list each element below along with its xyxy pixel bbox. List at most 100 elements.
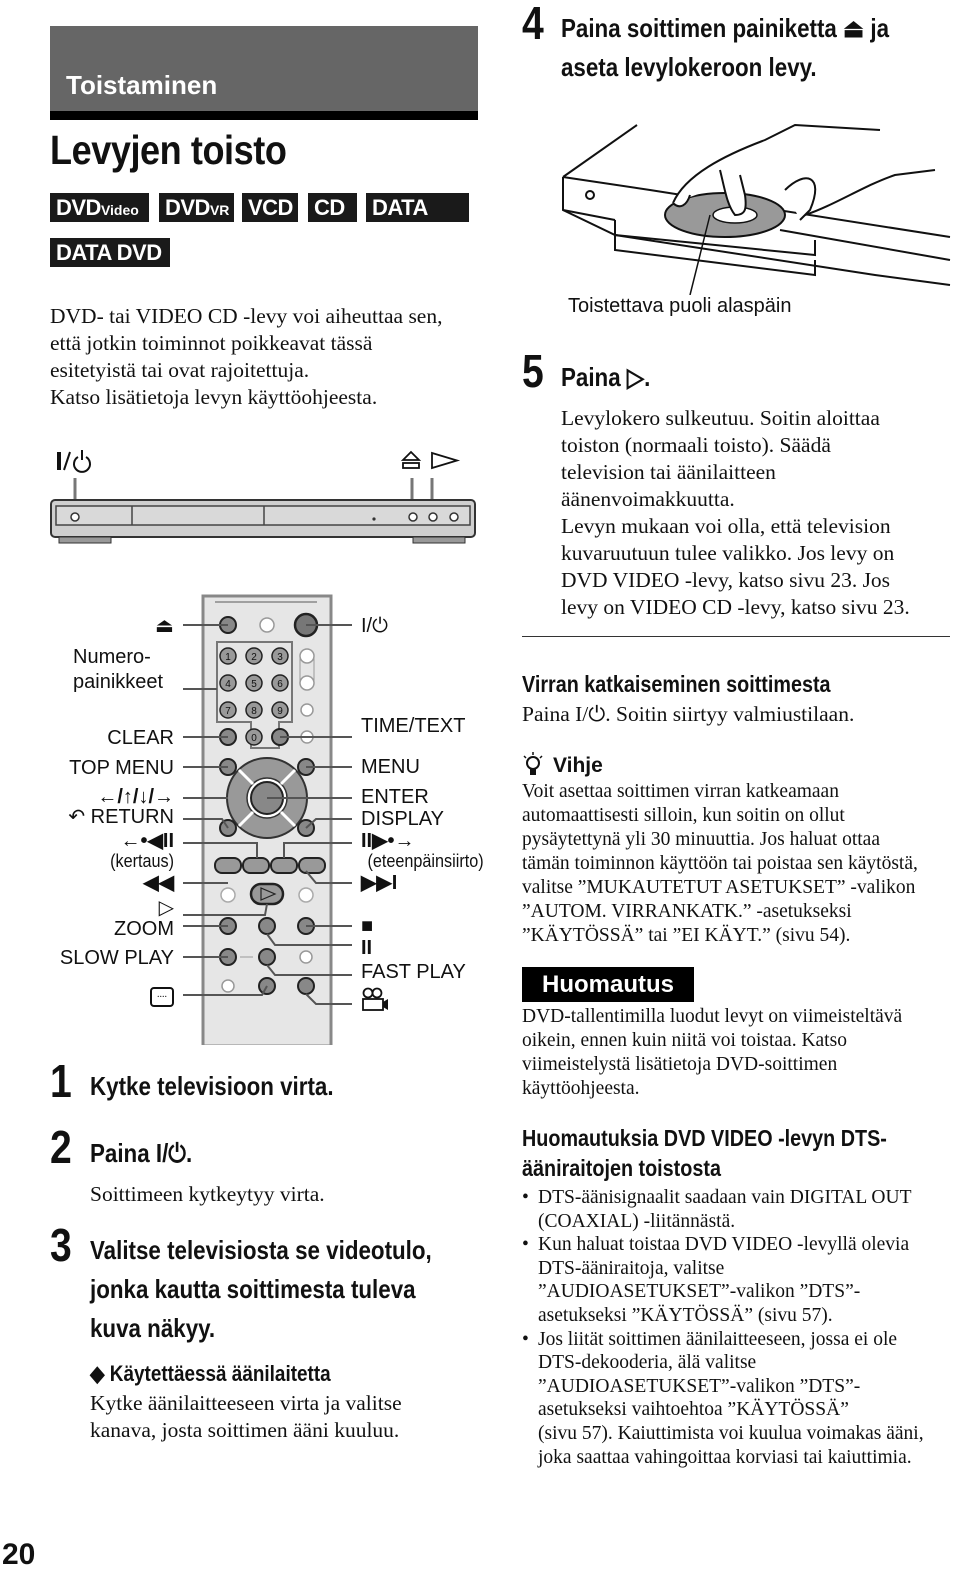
tip-line: valitse ”MUKAUTETUT ASETUKSET” -valikon [522, 877, 916, 898]
dts-bullet-line: Kun haluat toistaa DVD VIDEO -levyllä ol… [538, 1234, 910, 1256]
intro-line: esitetyistä tai ovat rajoitettuja. [50, 358, 310, 382]
remote-label-advance: (eteenpäinsiirto) [367, 851, 484, 871]
step-number-5: 5 [522, 345, 544, 397]
dts-heading: Huomautuksia DVD VIDEO -levyn DTS- äänir… [522, 1123, 887, 1183]
step-4-title-line: aseta levylokeroon levy. [561, 52, 817, 82]
dts-bullet: Kun haluat toistaa DVD VIDEO -levyllä ol… [522, 1233, 952, 1327]
section-title: Toistaminen [66, 70, 218, 100]
section-header-rule [50, 111, 478, 120]
step-5-body: Levylokero sulkeutuu. Soitin aloittaa to… [561, 405, 960, 621]
tip-line: ”AUTOM. VIRRANKATK.” -asetukseksi [522, 901, 852, 922]
badge-vcd: VCD [242, 193, 298, 222]
step-3-title-line: Valitse televisiosta se videotulo, [90, 1235, 432, 1265]
step-3-title: Valitse televisiosta se videotulo, jonka… [90, 1231, 432, 1348]
step-2-title: Paina I/⏻. [90, 1138, 193, 1168]
remote-label-enter: ENTER [361, 786, 429, 808]
step-number-1: 1 [50, 1055, 72, 1107]
badge-suffix: Video [100, 202, 139, 218]
note-line: oikein, ennen kuin niitä voi toistaa. Ka… [522, 1030, 847, 1051]
step-number-4: 4 [522, 0, 544, 49]
intro-line: DVD- tai VIDEO CD -levy voi aiheuttaa se… [50, 304, 443, 328]
dts-bullet-line: asetukseksi ”KÄYTÖSSÄ” (sivu 57). [538, 1304, 833, 1326]
tip-line: tämän toiminnon käyttöön tai poistaa sen… [522, 853, 918, 874]
remote-label-eject: ⏏ [155, 615, 174, 637]
step-4-title-line: Paina soittimen painiketta ⏏ ja [561, 13, 890, 43]
remote-label-number-buttons-1: Numero- [73, 646, 151, 668]
remote-label-stop: ■ [361, 915, 374, 937]
dts-bullet-line: ”AUDIOASETUKSET”-valikon ”DTS”- [538, 1375, 861, 1397]
remote-label-pause: II [361, 937, 373, 959]
step-number-3: 3 [50, 1219, 72, 1271]
remote-label-return: ↶ RETURN [68, 806, 174, 828]
remote-label-top-menu: TOP MENU [69, 757, 174, 779]
remote-label-replay-symbol: ←•◀II [120, 830, 175, 852]
power-off-heading: Virran katkaiseminen soittimesta [522, 671, 831, 697]
tip-line: Voit asettaa soittimen virran katkeamaan [522, 781, 839, 802]
dts-bullet-line: ”AUDIOASETUKSET”-valikon ”DTS”- [538, 1281, 861, 1303]
remote-label-power: I/⏻ [361, 615, 388, 637]
badge-main: DVD [165, 195, 210, 220]
badge-data-dvd: DATA DVD [50, 238, 170, 267]
page-title: Levyjen toisto [50, 127, 287, 173]
step-3-title-line: kuva näkyy. [90, 1313, 216, 1343]
step-5-body-line: äänenvoimakkuutta. [561, 487, 735, 511]
disc-insertion-illustration [562, 123, 951, 295]
remote-label-number-buttons-2: painikkeet [73, 671, 164, 693]
step-number-2: 2 [50, 1121, 72, 1173]
remote-label-clear: CLEAR [107, 727, 174, 749]
note-badge: Huomautus [522, 967, 694, 1002]
dts-heading-line: Huomautuksia DVD VIDEO -levyn DTS- [522, 1125, 887, 1151]
audio-body-line: kanava, josta soittimen ääni kuuluu. [90, 1418, 400, 1442]
note-body: DVD-tallentimilla luodut levyt on viimei… [522, 1005, 952, 1101]
page-number: 20 [2, 1538, 36, 1571]
tip-heading: Vihje [553, 754, 603, 777]
badge-dvd-vr: DVDVR [159, 193, 234, 222]
audio-body-line: Kytke äänilaitteeseen virta ja valitse [90, 1391, 402, 1415]
intro-line: että jotkin toiminnot poikkeavat tässä [50, 331, 373, 355]
remote-label-time-text: TIME/TEXT [361, 715, 466, 737]
tip-body: Voit asettaa soittimen virran katkeamaan… [522, 780, 952, 948]
note-line: käyttöohjeesta. [522, 1078, 640, 1099]
step-4-title: Paina soittimen painiketta ⏏ ja aseta le… [561, 9, 889, 87]
badge-data-cd: DATA CD [366, 193, 469, 249]
dts-bullet: Jos liität soittimen äänilaitteeseen, jo… [522, 1328, 952, 1470]
disc-caption: Toistettava puoli alaspäin [568, 295, 792, 317]
remote-label-play: ▷ [158, 897, 174, 919]
badge-cd: CD [308, 193, 357, 222]
step-5-body-line: television tai äänilaitteen [561, 460, 776, 484]
tip-line: automaattisesti silloin, kun soitin on o… [522, 805, 845, 826]
step-5-body-line: Levylokero sulkeutuu. Soitin aloittaa [561, 406, 880, 430]
badge-dvd-video: DVDVideo [50, 193, 149, 222]
dts-bullet-line: (sivu 57). Kaiuttimista voi kuulua voima… [538, 1422, 924, 1444]
return-icon: ↶ [68, 806, 91, 828]
dts-bullet-list: DTS-äänisignaalit saadaan vain DIGITAL O… [522, 1186, 952, 1469]
tip-line: ”KÄYTÖSSÄ” tai ”EI KÄYT.” (sivu 54). [522, 925, 851, 946]
step-5-body-line: Levyn mukaan voi olla, että television [561, 514, 891, 538]
audio-subheading: ◆ Käytettäessä äänilaitetta [90, 1361, 331, 1386]
badge-main: CD [314, 195, 345, 220]
step-1-title: Kytke televisioon virta. [90, 1071, 334, 1101]
remote-label-slow-play: SLOW PLAY [59, 947, 174, 969]
dts-bullet: DTS-äänisignaalit saadaan vain DIGITAL O… [522, 1186, 952, 1233]
remote-label-prev: ◀◀ [143, 872, 174, 894]
remote-label-next: ▶▶I [361, 872, 398, 894]
badge-main: DATA CD [372, 195, 428, 249]
step-5-body-line: levy on VIDEO CD -levy, katso sivu 23. [561, 595, 910, 619]
eject-symbol-icon [400, 450, 422, 469]
remote-label-advance-symbol: II▶•→ [361, 830, 415, 852]
lightbulb-icon [523, 752, 543, 775]
badge-main: VCD [248, 195, 293, 220]
badge-main: DATA DVD [56, 240, 162, 265]
step-3-title-line: jonka kautta soittimesta tuleva [90, 1274, 416, 1304]
intro-paragraph: DVD- tai VIDEO CD -levy voi aiheuttaa se… [50, 303, 490, 411]
dts-bullet-line: Jos liität soittimen äänilaitteeseen, jo… [538, 1328, 898, 1350]
power-off-body: Paina I/⏻. Soitin siirtyy valmiustilaan. [522, 702, 855, 726]
remote-label-zoom: ZOOM [114, 918, 174, 940]
intro-line: Katso lisätietoja levyn käyttöohjeesta. [50, 385, 378, 409]
remote-label-fast-play: FAST PLAY [361, 961, 466, 983]
play-symbol-icon [431, 451, 461, 470]
note-line: DVD-tallentimilla luodut levyt on viimei… [522, 1006, 903, 1027]
note-line: viimeistelystä lisätietoja DVD-soittimen [522, 1054, 838, 1075]
subtitle-icon: .... [150, 987, 174, 1007]
remote-label-display: DISPLAY [361, 808, 444, 830]
